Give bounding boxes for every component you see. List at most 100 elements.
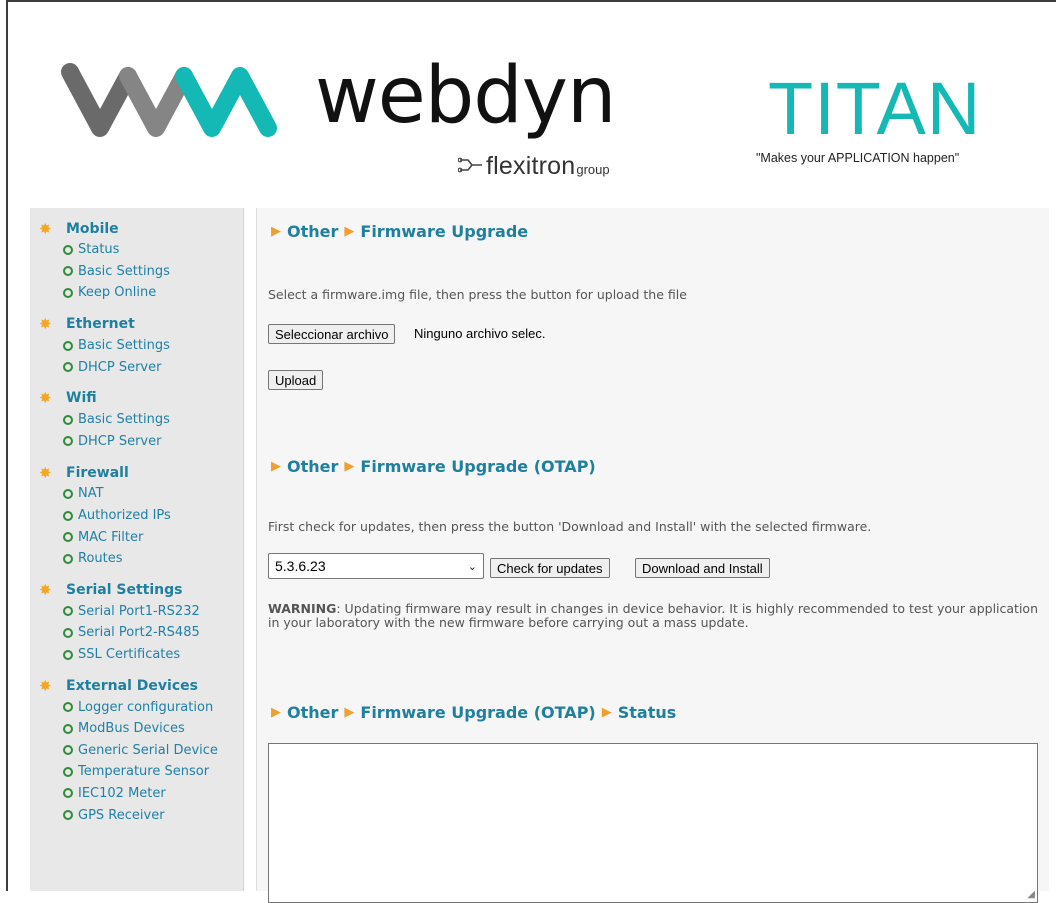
sidebar-item-label[interactable]: Routes (78, 551, 123, 566)
sidebar-group-wifi: ✸ Wifi Basic Settings DHCP Server (39, 388, 243, 452)
sidebar-item-label[interactable]: ModBus Devices (78, 721, 185, 736)
sidebar-item-ethernet-basic-settings[interactable]: Basic Settings (39, 335, 243, 357)
sidebar-item-mobile-basic-settings[interactable]: Basic Settings (39, 261, 243, 283)
flexitron-logo: flexitron group (458, 152, 610, 181)
firmware-version-select[interactable]: 5.3.6.23 ⌄ (268, 553, 484, 579)
page-header: webdyn flexitron group TITAN "Makes your… (10, 2, 1056, 207)
bullet-icon (63, 510, 73, 521)
bullet-icon (63, 436, 73, 447)
sidebar-heading: Mobile (66, 220, 119, 237)
sidebar-item-ethernet-dhcp-server[interactable]: DHCP Server (39, 356, 243, 378)
file-status-text: Ninguno archivo selec. (414, 326, 546, 341)
star-icon: ✸ (39, 389, 52, 408)
sidebar-item-firewall-authorized-ips[interactable]: Authorized IPs (39, 505, 243, 527)
upload-button[interactable]: Upload (268, 370, 324, 390)
breadcrumb-part: Other (287, 222, 339, 241)
selected-version: 5.3.6.23 (275, 558, 326, 574)
sidebar-item-label[interactable]: Keep Online (78, 285, 156, 300)
sidebar-item-label[interactable]: DHCP Server (78, 434, 161, 449)
triangle-icon: ▶ (344, 459, 355, 474)
sidebar-item-label[interactable]: SSL Certificates (78, 647, 180, 662)
sidebar-group-external-devices: ✸ External Devices Logger configuration M… (39, 675, 243, 826)
sidebar-item-gps-receiver[interactable]: GPS Receiver (39, 804, 243, 826)
bullet-icon (63, 606, 73, 617)
sidebar-heading: Wifi (66, 390, 97, 407)
sidebar-item-label[interactable]: Authorized IPs (78, 508, 171, 523)
sidebar-item-serial-port1[interactable]: Serial Port1-RS232 (39, 601, 243, 623)
sidebar-item-firewall-nat[interactable]: NAT (39, 483, 243, 505)
bullet-icon (63, 266, 73, 277)
status-textarea[interactable]: ◢ (268, 743, 1038, 903)
sidebar-item-iec102-meter[interactable]: IEC102 Meter (39, 783, 243, 805)
star-icon: ✸ (39, 581, 52, 600)
bullet-icon (63, 702, 73, 713)
bullet-icon (63, 362, 73, 373)
sidebar-item-generic-serial-device[interactable]: Generic Serial Device (39, 740, 243, 762)
warning-message: WARNING: Updating firmware may result in… (268, 602, 1038, 630)
sidebar-item-modbus-devices[interactable]: ModBus Devices (39, 718, 243, 740)
main-content: ▶ Other ▶ Firmware Upgrade Select a firm… (256, 208, 1049, 903)
breadcrumb-part: Firmware Upgrade (OTAP) (360, 457, 596, 476)
star-icon: ✸ (39, 463, 52, 482)
sidebar-item-mobile-keep-online[interactable]: Keep Online (39, 282, 243, 304)
sidebar-item-firewall-mac-filter[interactable]: MAC Filter (39, 526, 243, 548)
breadcrumb-otap-status: ▶ Other ▶ Firmware Upgrade (OTAP) ▶ Stat… (271, 703, 676, 722)
sidebar-item-firewall-routes[interactable]: Routes (39, 548, 243, 570)
sidebar-item-logger-configuration[interactable]: Logger configuration (39, 696, 243, 718)
bullet-icon (63, 488, 73, 499)
sidebar-item-label[interactable]: Generic Serial Device (78, 743, 218, 758)
sidebar-item-label[interactable]: Basic Settings (78, 338, 170, 353)
choose-file-button[interactable]: Seleccionar archivo (268, 324, 396, 344)
sidebar-heading: External Devices (66, 677, 198, 694)
titan-title: TITAN (768, 67, 982, 150)
sidebar-item-label[interactable]: Serial Port1-RS232 (78, 604, 200, 619)
bullet-icon (63, 649, 73, 660)
sidebar-item-ssl-certificates[interactable]: SSL Certificates (39, 644, 243, 666)
triangle-icon: ▶ (344, 705, 355, 720)
sidebar-heading: Firewall (66, 464, 129, 481)
sidebar-group-serial-settings: ✸ Serial Settings Serial Port1-RS232 Seri… (39, 580, 243, 666)
triangle-icon: ▶ (271, 459, 281, 474)
sidebar-item-wifi-dhcp-server[interactable]: DHCP Server (39, 431, 243, 453)
flexitron-text: flexitron (486, 152, 576, 180)
sidebar-item-label[interactable]: IEC102 Meter (78, 786, 166, 801)
breadcrumb-part: Other (287, 703, 339, 722)
star-icon: ✸ (39, 315, 52, 334)
triangle-icon: ▶ (271, 224, 281, 239)
sidebar-item-label[interactable]: DHCP Server (78, 360, 161, 375)
sidebar-item-label[interactable]: Basic Settings (78, 412, 170, 427)
bullet-icon (63, 532, 73, 543)
sidebar-item-label[interactable]: Status (78, 242, 119, 257)
sidebar-item-label[interactable]: Basic Settings (78, 264, 170, 279)
sidebar-item-label[interactable]: Serial Port2-RS485 (78, 625, 200, 640)
sidebar-item-label[interactable]: NAT (78, 486, 104, 501)
sidebar-item-label[interactable]: Temperature Sensor (78, 764, 209, 779)
upgrade-description: Select a firmware.img file, then press t… (268, 287, 687, 302)
bullet-icon (63, 340, 73, 351)
warning-label: WARNING (268, 601, 337, 616)
breadcrumb-part: Status (617, 703, 677, 722)
triangle-icon: ▶ (344, 224, 355, 239)
bullet-icon (63, 788, 73, 799)
sidebar-item-temperature-sensor[interactable]: Temperature Sensor (39, 761, 243, 783)
sidebar-group-mobile: ✸ Mobile Status Basic Settings Keep Onlin… (39, 218, 243, 304)
warning-text: : Updating firmware may result in change… (268, 601, 1038, 630)
sidebar-group-ethernet: ✸ Ethernet Basic Settings DHCP Server (39, 314, 243, 378)
bullet-icon (63, 287, 73, 298)
bullet-icon (63, 553, 73, 564)
check-for-updates-button[interactable]: Check for updates (490, 558, 610, 578)
sidebar-item-serial-port2[interactable]: Serial Port2-RS485 (39, 622, 243, 644)
flexitron-group-text: group (576, 162, 610, 177)
download-and-install-button[interactable]: Download and Install (635, 558, 770, 578)
sidebar-item-wifi-basic-settings[interactable]: Basic Settings (39, 409, 243, 431)
bullet-icon (63, 723, 73, 734)
sidebar-item-label[interactable]: MAC Filter (78, 530, 143, 545)
sidebar-heading: Serial Settings (66, 582, 183, 599)
sidebar-item-label[interactable]: Logger configuration (78, 700, 213, 715)
star-icon: ✸ (39, 219, 52, 238)
sidebar-item-mobile-status[interactable]: Status (39, 239, 243, 261)
bullet-icon (63, 627, 73, 638)
bullet-icon (63, 766, 73, 777)
sidebar-item-label[interactable]: GPS Receiver (78, 808, 165, 823)
breadcrumb-firmware-upgrade-otap: ▶ Other ▶ Firmware Upgrade (OTAP) (271, 457, 596, 476)
